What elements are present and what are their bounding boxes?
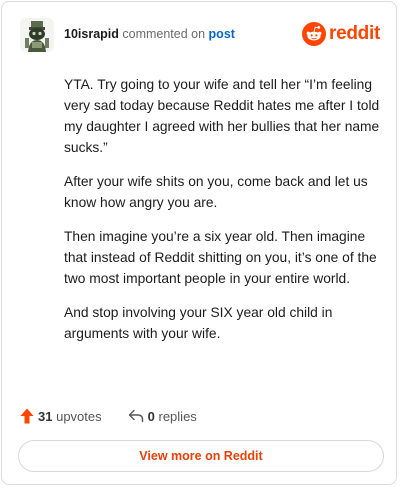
reddit-wordmark: reddit xyxy=(329,23,380,44)
comment-stats: 31 upvotes 0 replies xyxy=(20,406,197,426)
replies-label: replies xyxy=(158,408,197,424)
upvotes-stat[interactable]: 31 upvotes xyxy=(20,408,102,424)
comment-paragraph: And stop involving your SIX year old chi… xyxy=(64,305,333,341)
avatar[interactable] xyxy=(20,18,54,52)
upvote-arrow-icon xyxy=(20,408,34,424)
comment-body: YTA. Try going to your wife and tell her… xyxy=(64,74,382,357)
upvotes-label: upvotes xyxy=(56,408,102,424)
reddit-logo[interactable]: reddit xyxy=(302,22,380,46)
replies-count: 0 xyxy=(147,408,155,424)
comment-header: 10israpid commented on post reddit xyxy=(20,17,380,53)
view-more-button[interactable]: View more on Reddit xyxy=(18,440,384,472)
post-link[interactable]: post xyxy=(209,27,235,41)
upvotes-count: 31 xyxy=(38,408,53,424)
byline: 10israpid commented on post xyxy=(64,26,235,42)
comment-paragraph: Then imagine you’re a six year old. Then… xyxy=(64,229,377,286)
reply-icon xyxy=(128,409,143,423)
embedded-comment-card: 10israpid commented on post reddit YTA. … xyxy=(1,1,397,485)
action-text: commented on xyxy=(122,27,206,41)
comment-paragraph: YTA. Try going to your wife and tell her… xyxy=(64,77,380,155)
username[interactable]: 10israpid xyxy=(64,27,119,41)
replies-stat[interactable]: 0 replies xyxy=(128,409,197,424)
reddit-alien-icon xyxy=(302,22,327,46)
comment-paragraph: After your wife shits on you, come back … xyxy=(64,174,368,210)
